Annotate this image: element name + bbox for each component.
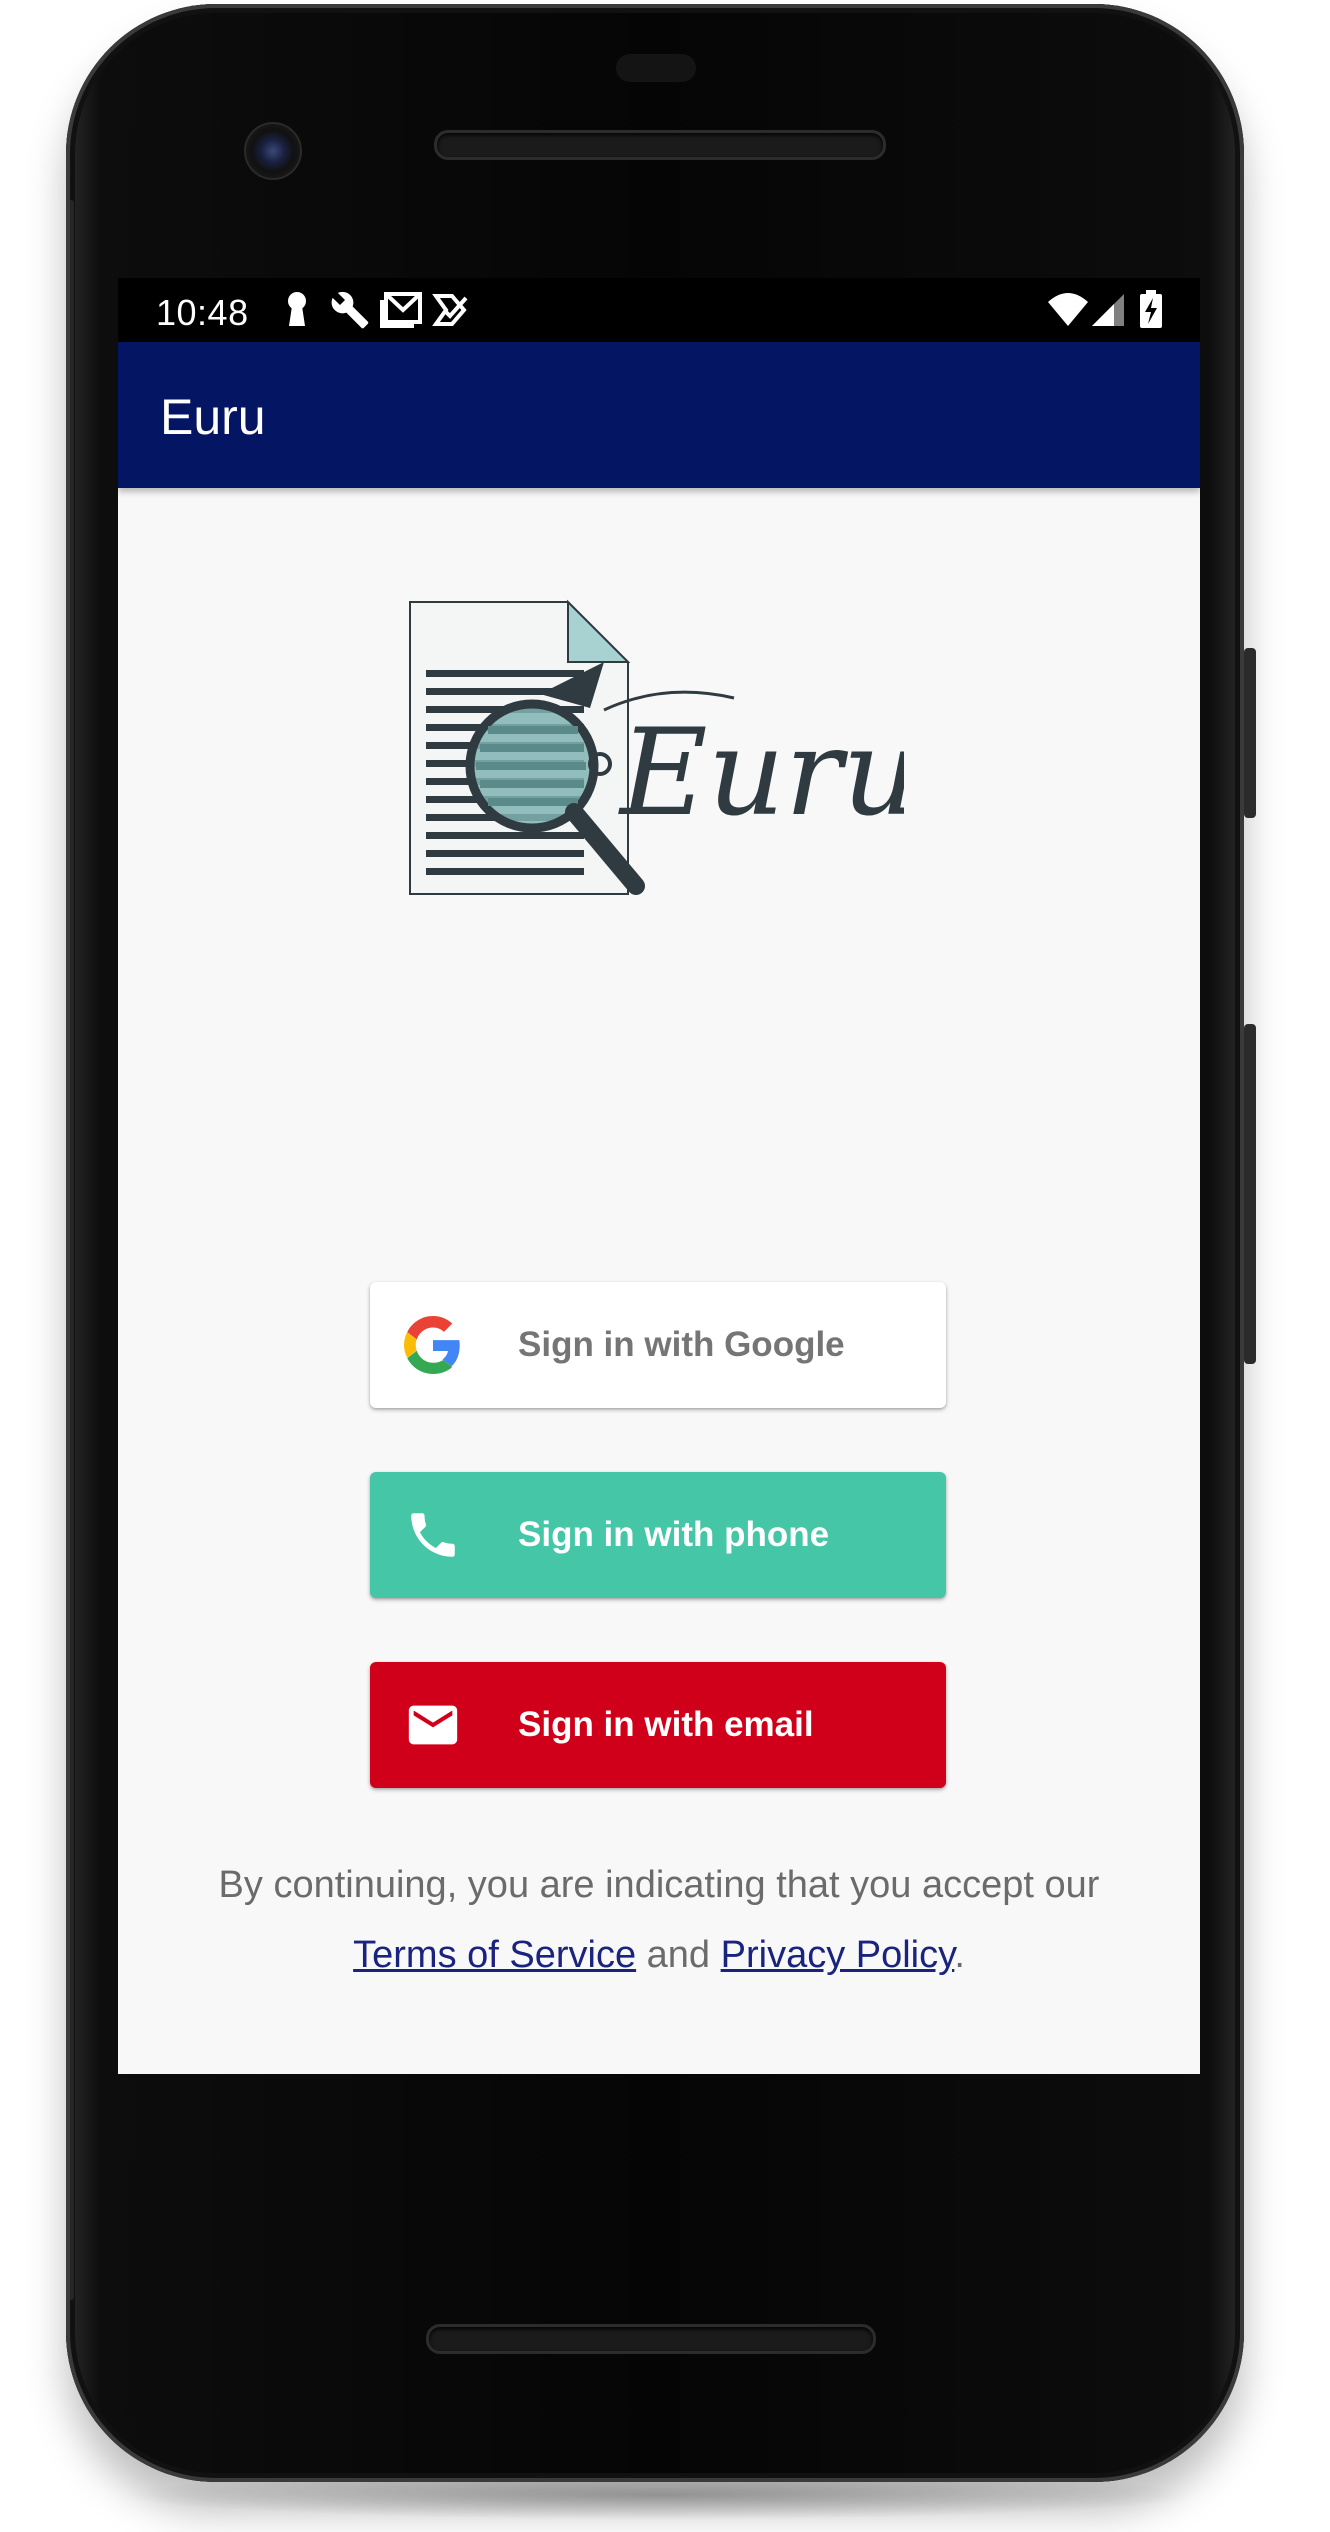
gmail-icon [380, 292, 422, 328]
euru-logo: Euru [409, 599, 904, 895]
terms-and: and [646, 1934, 711, 1976]
sign-in-google-button[interactable]: Sign in with Google [370, 1282, 946, 1408]
terms-line-2: Terms of Service and Privacy Policy. [118, 1920, 1200, 1990]
sign-in-phone-button[interactable]: Sign in with phone [370, 1472, 946, 1598]
status-time: 10:48 [156, 292, 249, 333]
volume-button [1244, 1024, 1256, 1364]
google-g-icon [404, 1316, 460, 1374]
keyhole-icon [288, 292, 306, 326]
phone-icon [411, 1513, 455, 1557]
terms-period: . [954, 1934, 965, 1976]
phone-button-label: Sign in with phone [518, 1515, 830, 1554]
privacy-policy-link[interactable]: Privacy Policy [721, 1934, 955, 1976]
logo-wordmark: Euru [618, 704, 904, 843]
wrench-icon [331, 291, 369, 329]
sign-in-email-button[interactable]: Sign in with email [370, 1662, 946, 1788]
app-bar: Euru [118, 342, 1200, 488]
earpiece-speaker [434, 130, 886, 160]
terms-text: By continuing, you are indicating that y… [118, 1850, 1200, 1990]
proximity-sensor [616, 54, 696, 82]
front-camera [244, 122, 302, 180]
cell-signal-icon [1092, 294, 1124, 326]
power-button [1244, 648, 1256, 818]
google-button-label: Sign in with Google [518, 1325, 845, 1364]
bottom-speaker [426, 2324, 876, 2354]
wifi-icon [1048, 293, 1088, 326]
terms-of-service-link[interactable]: Terms of Service [353, 1934, 636, 1976]
task-check-icon [432, 294, 468, 326]
frame-edge [68, 200, 74, 2300]
mail-icon [408, 1705, 458, 1745]
app-title: Euru [160, 389, 266, 445]
battery-charging-icon [1140, 290, 1162, 328]
status-bar: 10:48 [118, 278, 1200, 342]
email-button-label: Sign in with email [518, 1705, 814, 1744]
screen: 10:48 Euru Euru Sign in with Google Sign… [118, 278, 1200, 2074]
sign-in-content: Euru Sign in with Google Sign in with ph… [118, 488, 1200, 2074]
terms-line-1: By continuing, you are indicating that y… [218, 1864, 1100, 1906]
